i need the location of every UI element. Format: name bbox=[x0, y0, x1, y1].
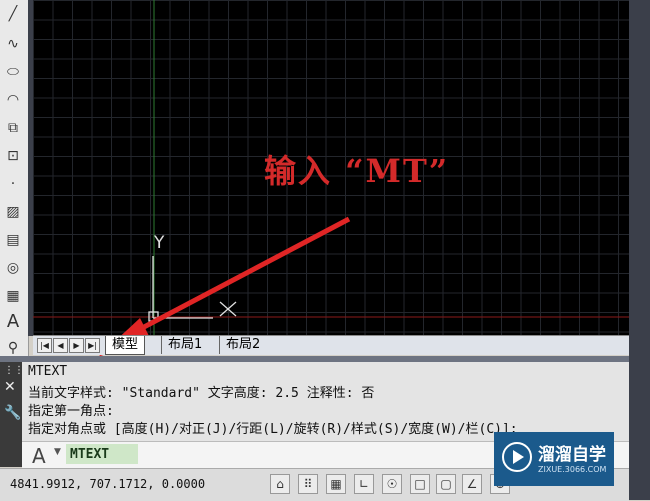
first-tab-icon[interactable]: |◀ bbox=[37, 338, 52, 353]
wrench-icon[interactable]: 🔧 bbox=[4, 406, 21, 420]
close-icon[interactable]: ✕ bbox=[4, 380, 16, 394]
3dosnap-icon[interactable]: ▢ bbox=[436, 474, 456, 494]
layout-tabs-bar: |◀ ◀ ▶ ▶| 模型 布局1 布局2 bbox=[33, 335, 629, 355]
command-input[interactable] bbox=[66, 444, 138, 464]
gradient-icon[interactable]: ▤ bbox=[2, 230, 24, 250]
window-frame-right bbox=[629, 0, 650, 500]
command-prompt-icon[interactable]: A bbox=[32, 444, 46, 468]
tab-model[interactable]: 模型 bbox=[105, 336, 146, 355]
ucs-icon bbox=[148, 256, 237, 322]
hatch-icon[interactable]: ▨ bbox=[2, 202, 24, 222]
ellipse-icon[interactable]: ⬭ bbox=[2, 62, 24, 82]
grid-icon[interactable]: ▦ bbox=[326, 474, 346, 494]
tab-layout1[interactable]: 布局1 bbox=[161, 336, 209, 354]
command-history-line: 指定对角点或 [高度(H)/对正(J)/行距(L)/旋转(R)/样式(S)/宽度… bbox=[28, 422, 518, 437]
table-icon[interactable]: ▦ bbox=[2, 286, 24, 306]
prev-tab-icon[interactable]: ◀ bbox=[53, 338, 68, 353]
watermark-subtitle: ZIXUE.3066.COM bbox=[538, 465, 607, 474]
ucs-y-label: Y bbox=[153, 233, 165, 253]
instruction-annotation: 输入 “MT” bbox=[264, 152, 450, 190]
osnap-icon[interactable]: □ bbox=[410, 474, 430, 494]
command-history-line: 当前文字样式: "Standard" 文字高度: 2.5 注释性: 否 bbox=[28, 386, 375, 401]
polar-icon[interactable]: ☉ bbox=[382, 474, 402, 494]
play-icon bbox=[502, 442, 532, 472]
watermark-logo: 溜溜自学 ZIXUE.3066.COM bbox=[494, 432, 614, 486]
watermark-title: 溜溜自学 bbox=[538, 445, 606, 465]
spline-icon[interactable]: ∿ bbox=[2, 34, 24, 54]
line-icon[interactable]: ╱ bbox=[2, 4, 24, 24]
ortho-icon[interactable]: ∟ bbox=[354, 474, 374, 494]
point-icon[interactable]: · bbox=[2, 174, 24, 194]
chevron-down-icon[interactable]: ▼ bbox=[54, 447, 61, 457]
last-tab-icon[interactable]: ▶| bbox=[85, 338, 100, 353]
ellipse-arc-icon[interactable]: ◠ bbox=[2, 90, 24, 110]
mtext-icon[interactable]: A bbox=[2, 312, 24, 332]
make-block-icon[interactable]: ⊡ bbox=[2, 146, 24, 166]
infer-icon[interactable]: ⌂ bbox=[270, 474, 290, 494]
otrack-icon[interactable]: ∠ bbox=[462, 474, 482, 494]
command-history-line: MTEXT bbox=[28, 364, 68, 379]
snap-icon[interactable]: ⠿ bbox=[298, 474, 318, 494]
grip-icon[interactable]: ⋮⋮ bbox=[4, 366, 24, 376]
add-selected-icon[interactable]: ⚲ bbox=[2, 338, 24, 358]
command-window-titlebar[interactable]: ⋮⋮ ✕ 🔧 bbox=[0, 362, 24, 467]
coordinate-readout: 4841.9912, 707.1712, 0.0000 bbox=[10, 477, 206, 491]
next-tab-icon[interactable]: ▶ bbox=[69, 338, 84, 353]
tab-layout2[interactable]: 布局2 bbox=[219, 336, 267, 354]
region-icon[interactable]: ◎ bbox=[2, 258, 24, 278]
command-history-line: 指定第一角点: bbox=[28, 404, 114, 419]
insert-block-icon[interactable]: ⧉ bbox=[2, 118, 24, 138]
draw-toolbar: ╱ ∿ ⬭ ◠ ⧉ ⊡ · ▨ ▤ ◎ ▦ A ⚲ bbox=[0, 0, 29, 360]
